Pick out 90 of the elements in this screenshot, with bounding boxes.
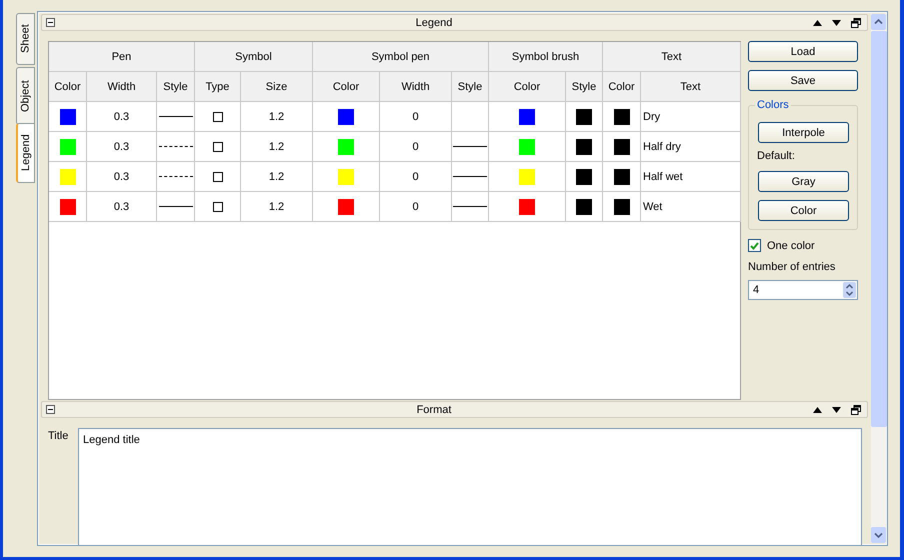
side-tab[interactable]: Sheet xyxy=(16,13,35,65)
column-header: Style xyxy=(566,72,603,102)
color-swatch[interactable] xyxy=(614,138,630,154)
group-title: Colors xyxy=(755,99,791,111)
column-group-header: Symbol xyxy=(195,42,313,72)
down-arrow-icon[interactable] xyxy=(832,406,841,412)
interpolate-button[interactable]: Interpole xyxy=(758,122,849,143)
column-group-header: Symbol pen xyxy=(313,42,489,72)
default-color-button[interactable]: Gray xyxy=(758,171,849,192)
table-cell: 0.3 xyxy=(87,132,157,162)
color-swatch[interactable] xyxy=(60,138,76,154)
color-swatch[interactable] xyxy=(614,168,630,184)
color-swatch[interactable] xyxy=(519,108,535,124)
color-swatch[interactable] xyxy=(60,108,76,124)
restore-icon[interactable] xyxy=(851,404,861,414)
solid-fill-icon[interactable] xyxy=(576,138,592,154)
square-symbol-icon[interactable] xyxy=(212,112,222,122)
table-cell: 0 xyxy=(380,192,452,222)
column-header: Size xyxy=(241,72,313,102)
panel-title: Legend xyxy=(414,16,454,28)
table-cell: 0.3 xyxy=(87,162,157,192)
default-color-button[interactable]: Color xyxy=(758,200,849,221)
column-header: Color xyxy=(313,72,380,102)
column-header: Style xyxy=(157,72,195,102)
table-cell: 1.2 xyxy=(241,162,313,192)
table-cell: Dry xyxy=(641,102,741,132)
table-cell: 0 xyxy=(380,162,452,192)
panel-title: Format xyxy=(416,404,452,416)
column-group-header: Pen xyxy=(49,42,195,72)
color-swatch[interactable] xyxy=(338,108,354,124)
color-swatch[interactable] xyxy=(614,198,630,214)
color-swatch[interactable] xyxy=(519,198,535,214)
collapse-icon[interactable] xyxy=(46,18,55,27)
side-tab[interactable]: Object xyxy=(16,67,35,125)
column-header: Width xyxy=(380,72,452,102)
panel-button[interactable]: Load xyxy=(748,41,858,62)
scroll-down-icon[interactable] xyxy=(871,527,886,543)
color-swatch[interactable] xyxy=(60,198,76,214)
column-header: Color xyxy=(603,72,641,102)
solid-fill-icon[interactable] xyxy=(576,168,592,184)
square-symbol-icon[interactable] xyxy=(212,202,222,212)
title-field[interactable]: Legend title xyxy=(78,428,862,546)
column-header: Width xyxy=(87,72,157,102)
restore-icon[interactable] xyxy=(851,18,861,28)
color-swatch[interactable] xyxy=(614,108,630,124)
color-swatch[interactable] xyxy=(60,168,76,184)
table-cell: Half wet xyxy=(641,162,741,192)
vertical-scrollbar[interactable] xyxy=(871,14,887,543)
table-cell: Half dry xyxy=(641,132,741,162)
scroll-thumb[interactable] xyxy=(871,31,887,427)
spin-arrows-icon[interactable] xyxy=(843,282,856,298)
table-cell: 1.2 xyxy=(241,132,313,162)
column-header: Text xyxy=(641,72,741,102)
column-group-header: Symbol brush xyxy=(489,42,603,72)
column-header: Type xyxy=(195,72,241,102)
column-header: Color xyxy=(489,72,566,102)
entries-label: Number of entries xyxy=(748,261,836,273)
scroll-up-icon[interactable] xyxy=(871,14,886,30)
title-label: Title xyxy=(48,430,70,444)
color-swatch[interactable] xyxy=(338,198,354,214)
panel-button[interactable]: Save xyxy=(748,70,858,91)
side-tab[interactable]: Legend xyxy=(16,123,35,183)
entries-spinbox[interactable]: 4 xyxy=(748,280,858,300)
table-cell: 0 xyxy=(380,102,452,132)
dashed-line-icon[interactable] xyxy=(158,176,192,177)
table-cell: Wet xyxy=(641,192,741,222)
table-cell: 1.2 xyxy=(241,102,313,132)
square-symbol-icon[interactable] xyxy=(212,142,222,152)
table-cell: 0 xyxy=(380,132,452,162)
solid-fill-icon[interactable] xyxy=(576,108,592,124)
collapse-icon[interactable] xyxy=(46,405,55,414)
color-swatch[interactable] xyxy=(519,168,535,184)
table-cell: 1.2 xyxy=(241,192,313,222)
dashed-line-icon[interactable] xyxy=(158,146,192,147)
table-cell: 0.3 xyxy=(87,192,157,222)
checkbox-label: One color xyxy=(767,240,815,252)
column-header: Style xyxy=(452,72,489,102)
checkbox[interactable] xyxy=(748,239,761,252)
up-arrow-icon[interactable] xyxy=(813,20,822,26)
column-group-header: Text xyxy=(603,42,741,72)
color-swatch[interactable] xyxy=(519,138,535,154)
table-cell: 0.3 xyxy=(87,102,157,132)
default-label: Default: xyxy=(757,150,796,162)
color-swatch[interactable] xyxy=(338,168,354,184)
square-symbol-icon[interactable] xyxy=(212,172,222,182)
down-arrow-icon[interactable] xyxy=(832,20,841,26)
up-arrow-icon[interactable] xyxy=(813,406,822,412)
color-swatch[interactable] xyxy=(338,138,354,154)
column-header: Color xyxy=(49,72,87,102)
solid-fill-icon[interactable] xyxy=(576,198,592,214)
